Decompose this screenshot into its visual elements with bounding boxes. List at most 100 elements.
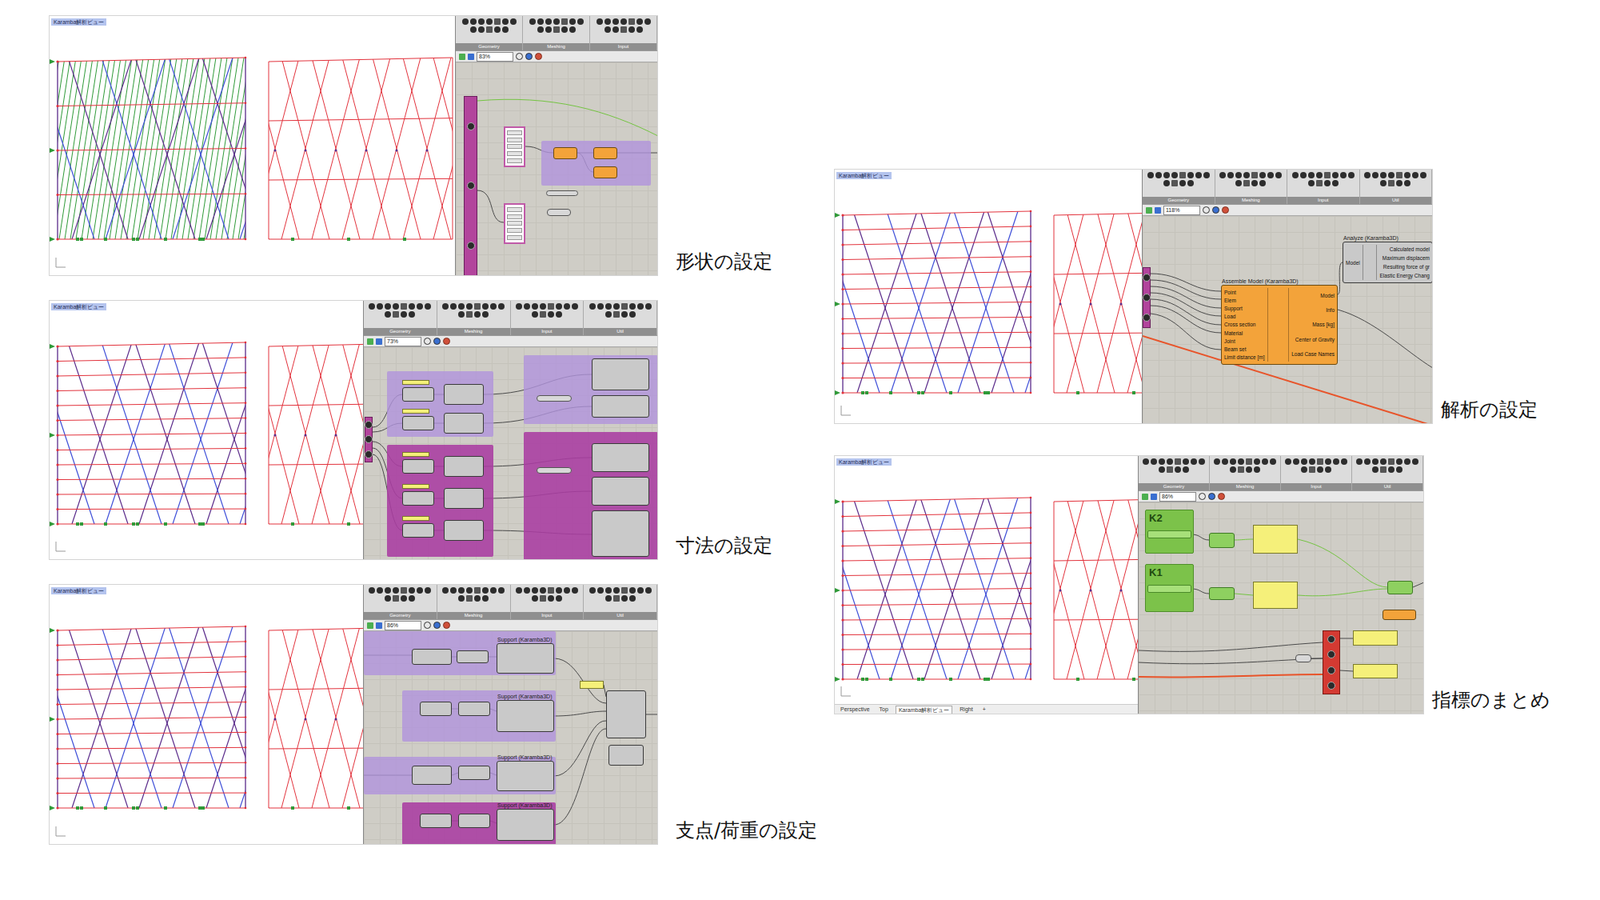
component-icon[interactable] — [1166, 458, 1174, 465]
component-icon[interactable] — [636, 26, 643, 33]
component-icon[interactable] — [1324, 171, 1331, 179]
component-icon[interactable] — [612, 18, 619, 25]
gh-component[interactable] — [458, 701, 491, 716]
output-port[interactable]: Calculated model — [1379, 245, 1430, 253]
component-icon[interactable] — [498, 303, 505, 310]
gh-component[interactable] — [591, 395, 650, 418]
component-icon[interactable] — [1380, 466, 1387, 473]
component-icon[interactable] — [539, 311, 547, 318]
component-icon[interactable] — [1388, 171, 1395, 179]
gh-panel[interactable] — [1252, 581, 1298, 609]
component-icon[interactable] — [416, 303, 423, 310]
component-icon[interactable] — [1356, 458, 1363, 465]
component-icon[interactable] — [1190, 458, 1198, 465]
zoom-extents-icon[interactable] — [423, 621, 431, 629]
input-port[interactable]: Cross section — [1224, 320, 1265, 328]
component-icon[interactable] — [1332, 179, 1339, 187]
gh-redstack[interactable] — [1322, 630, 1341, 695]
component-icon[interactable] — [458, 594, 465, 602]
gh-param[interactable] — [546, 208, 571, 216]
gh-canvas[interactable] — [455, 62, 658, 276]
component-icon[interactable] — [605, 586, 612, 594]
component-icon[interactable] — [1259, 179, 1266, 187]
component-icon[interactable] — [604, 18, 611, 25]
component-icon[interactable] — [442, 303, 449, 310]
gh-karamba[interactable]: Assemble Model (Karamba3D)PointElemSuppo… — [1220, 284, 1338, 365]
preview-icon[interactable] — [1208, 492, 1216, 500]
component-icon[interactable] — [1174, 458, 1182, 465]
gh-strip[interactable] — [1142, 267, 1151, 328]
viewport-tab[interactable]: Perspective — [837, 705, 873, 714]
component-icon[interactable] — [376, 303, 384, 310]
component-icon[interactable] — [605, 594, 612, 602]
component-icon[interactable] — [1221, 458, 1229, 465]
component-icon[interactable] — [1420, 171, 1427, 179]
gh-component[interactable] — [411, 765, 452, 785]
component-icon[interactable] — [408, 594, 415, 602]
gh-component[interactable] — [402, 458, 435, 474]
component-icon[interactable] — [470, 18, 477, 25]
component-icon[interactable] — [515, 303, 523, 310]
component-icon[interactable] — [1237, 458, 1245, 465]
gh-component[interactable]: Analyze (Karamba3D)ModelCalculated model… — [1342, 241, 1433, 284]
component-icon[interactable] — [547, 303, 555, 310]
gh-strip[interactable] — [364, 416, 373, 463]
gh-panel[interactable] — [402, 408, 430, 414]
component-icon[interactable] — [1243, 171, 1250, 179]
component-icon[interactable] — [1253, 466, 1261, 473]
component-icon[interactable] — [1308, 171, 1315, 179]
component-icon[interactable] — [613, 586, 620, 594]
component-icon[interactable] — [400, 586, 407, 594]
component-icon[interactable] — [1150, 458, 1158, 465]
component-icon[interactable] — [597, 303, 604, 310]
component-icon[interactable] — [604, 26, 611, 33]
component-icon[interactable] — [1158, 466, 1166, 473]
output-port[interactable]: Mass [kg] — [1291, 320, 1335, 328]
component-icon[interactable] — [466, 594, 473, 602]
component-icon[interactable] — [628, 26, 635, 33]
component-icon[interactable] — [1198, 458, 1205, 465]
gh-param[interactable] — [536, 395, 572, 402]
component-icon[interactable] — [1300, 458, 1308, 465]
zoom-field[interactable]: 118% — [1163, 205, 1201, 216]
component-icon[interactable] — [384, 303, 392, 310]
component-icon[interactable] — [563, 586, 571, 594]
component-icon[interactable] — [424, 303, 431, 310]
viewport-title[interactable]: Karamba解析ビュー — [51, 303, 107, 311]
gh-component[interactable] — [402, 387, 435, 402]
component-icon[interactable] — [1372, 466, 1379, 473]
component-icon[interactable] — [612, 26, 619, 33]
component-icon[interactable] — [563, 303, 571, 310]
component-icon[interactable] — [571, 303, 579, 310]
component-icon[interactable] — [545, 26, 552, 33]
component-icon[interactable] — [1187, 171, 1194, 179]
component-icon[interactable] — [1174, 466, 1182, 473]
component-icon[interactable] — [482, 594, 489, 602]
component-icon[interactable] — [474, 586, 481, 594]
component-icon[interactable] — [1227, 171, 1234, 179]
component-icon[interactable] — [1380, 458, 1387, 465]
component-icon[interactable] — [589, 303, 596, 310]
component-icon[interactable] — [1324, 466, 1332, 473]
component-icon[interactable] — [1179, 171, 1186, 179]
component-icon[interactable] — [621, 594, 628, 602]
component-icon[interactable] — [569, 18, 576, 25]
input-port[interactable]: Load — [1224, 312, 1265, 320]
component-icon[interactable] — [1213, 458, 1221, 465]
component-icon[interactable] — [629, 594, 636, 602]
component-icon[interactable] — [392, 303, 400, 310]
component-icon[interactable] — [392, 594, 400, 602]
component-icon[interactable] — [408, 311, 415, 318]
input-port[interactable]: Point — [1224, 288, 1265, 296]
zoom-extents-icon[interactable] — [1198, 492, 1206, 500]
input-port[interactable]: Material — [1224, 329, 1265, 337]
component-icon[interactable] — [1245, 458, 1253, 465]
component-icon[interactable] — [1332, 458, 1340, 465]
component-icon[interactable] — [1308, 466, 1316, 473]
component-icon[interactable] — [537, 26, 544, 33]
component-icon[interactable] — [531, 586, 539, 594]
gh-component[interactable] — [443, 412, 484, 434]
gh-slider[interactable] — [1147, 530, 1192, 539]
zoom-extents-icon[interactable] — [423, 337, 431, 345]
component-icon[interactable] — [474, 594, 481, 602]
